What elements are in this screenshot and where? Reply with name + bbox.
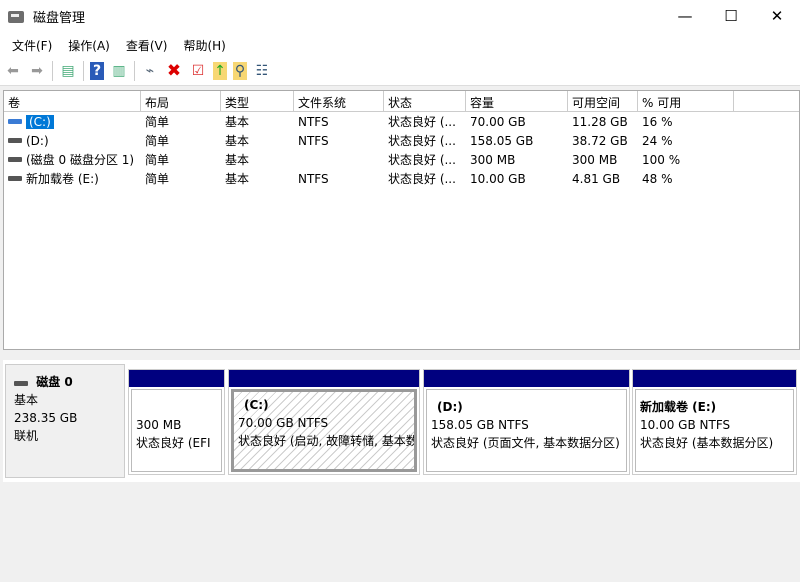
explore-icon[interactable]: ⚲ [233,62,247,80]
volume-list: 卷 布局 类型 文件系统 状态 容量 可用空间 % 可用 (C:) 简单 基本 … [3,90,800,350]
menu-file[interactable]: 文件(F) [4,37,60,54]
toolbar-separator [134,61,135,81]
toolbar-separator [83,61,84,81]
pane-splitter[interactable] [0,352,800,360]
volume-name: 新加载卷 (E:) [26,172,99,186]
partition-size: 10.00 GB NTFS [640,418,731,432]
table-row[interactable]: (C:) 简单 基本 NTFS 状态良好 (... 70.00 GB 11.28… [4,112,799,131]
delete-icon[interactable]: ✖ [165,61,183,81]
pct-cell: 100 % [642,152,681,167]
partition-status: 状态良好 (页面文件, 基本数据分区) [431,436,620,450]
column-volume[interactable]: 卷 [4,91,141,111]
title-bar: 磁盘管理 — ☐ ✕ [0,0,800,33]
menu-bar: 文件(F) 操作(A) 查看(V) 帮助(H) [0,33,800,57]
volume-list-header: 卷 布局 类型 文件系统 状态 容量 可用空间 % 可用 [4,91,799,112]
volume-name: (磁盘 0 磁盘分区 1) [26,153,135,167]
status-cell: 状态良好 (... [388,153,456,167]
disk-graphical-view: 磁盘 0 基本 238.35 GB 联机 300 MB 状态良好 (EFI (C… [3,360,800,482]
layout-cell: 简单 [145,134,170,148]
column-percent-free[interactable]: % 可用 [638,91,734,111]
connect-drive-icon[interactable]: ⌁ [141,62,159,80]
show-action-pane-icon[interactable]: ▥ [110,62,128,80]
window-title: 磁盘管理 [33,11,86,26]
fs-cell: NTFS [298,171,329,186]
table-row[interactable]: (磁盘 0 磁盘分区 1) 简单 基本 状态良好 (... 300 MB 300… [4,150,799,169]
menu-help[interactable]: 帮助(H) [175,37,233,54]
partition-size: 158.05 GB NTFS [431,418,529,432]
toolbar-separator [52,61,53,81]
status-cell: 状态良好 (... [388,134,456,148]
free-cell: 4.81 GB [572,171,621,186]
disk-type: 基本 [14,393,39,407]
column-type[interactable]: 类型 [221,91,294,111]
menu-view[interactable]: 查看(V) [118,37,176,54]
free-cell: 38.72 GB [572,133,628,148]
partition-label: (D:) [437,400,463,414]
disk-management-icon [8,10,24,23]
partition-label: (C:) [244,398,269,412]
partition-status: 状态良好 (基本数据分区) [640,436,774,450]
capacity-cell: 158.05 GB [470,133,534,148]
disk-icon [14,381,28,386]
capacity-cell: 300 MB [470,152,516,167]
drive-icon [8,176,22,181]
table-row[interactable]: 新加载卷 (E:) 简单 基本 NTFS 状态良好 (... 10.00 GB … [4,169,799,188]
drive-icon [8,119,22,124]
partition-d[interactable]: (D:) 158.05 GB NTFS 状态良好 (页面文件, 基本数据分区) [423,369,630,475]
minimize-button[interactable]: — [662,0,708,32]
partition-e[interactable]: 新加载卷 (E:) 10.00 GB NTFS 状态良好 (基本数据分区) [632,369,797,475]
pct-cell: 16 % [642,114,673,129]
capacity-cell: 70.00 GB [470,114,526,129]
fs-cell: NTFS [298,114,329,129]
maximize-button[interactable]: ☐ [708,0,754,32]
partition-size: 300 MB [136,418,182,432]
partition-c[interactable]: (C:) 70.00 GB NTFS 状态良好 (启动, 故障转储, 基本数据分… [228,369,420,475]
partition-efi[interactable]: 300 MB 状态良好 (EFI [128,369,225,475]
open-folder-icon[interactable]: ↑ [213,62,227,80]
disk-state: 联机 [14,429,39,443]
volume-name: (D:) [26,133,49,148]
settings-list-icon[interactable]: ☷ [253,62,271,80]
properties-icon[interactable]: ☑ [189,62,207,80]
pct-cell: 24 % [642,133,673,148]
partition-status: 状态良好 (EFI [136,436,211,450]
volume-name: (C:) [26,114,54,129]
status-cell: 状态良好 (... [388,115,456,129]
partition-size: 70.00 GB NTFS [238,416,329,430]
drive-icon [8,157,22,162]
toolbar: ⬅ ➡ ▤ ? ▥ ⌁ ✖ ☑ ↑ ⚲ ☷ [0,57,800,86]
layout-cell: 简单 [145,153,170,167]
column-free-space[interactable]: 可用空间 [568,91,638,111]
layout-cell: 简单 [145,115,170,129]
help-icon[interactable]: ? [90,62,104,80]
column-status[interactable]: 状态 [384,91,466,111]
status-cell: 状态良好 (... [388,172,456,186]
partition-label: 新加载卷 (E:) [640,400,717,414]
column-capacity[interactable]: 容量 [466,91,568,111]
free-cell: 11.28 GB [572,114,628,129]
disk-0-label[interactable]: 磁盘 0 基本 238.35 GB 联机 [5,364,125,478]
fs-cell: NTFS [298,133,329,148]
type-cell: 基本 [225,115,250,129]
forward-icon[interactable]: ➡ [28,62,46,80]
table-row[interactable]: (D:) 简单 基本 NTFS 状态良好 (... 158.05 GB 38.7… [4,131,799,150]
close-button[interactable]: ✕ [754,0,800,32]
type-cell: 基本 [225,134,250,148]
type-cell: 基本 [225,172,250,186]
layout-cell: 简单 [145,172,170,186]
disk-size: 238.35 GB [14,411,78,425]
back-icon[interactable]: ⬅ [4,62,22,80]
menu-action[interactable]: 操作(A) [60,37,118,54]
column-layout[interactable]: 布局 [141,91,221,111]
capacity-cell: 10.00 GB [470,171,526,186]
pct-cell: 48 % [642,171,673,186]
type-cell: 基本 [225,153,250,167]
drive-icon [8,138,22,143]
partition-status: 状态良好 (启动, 故障转储, 基本数据分区) [238,434,417,448]
show-hide-console-tree-icon[interactable]: ▤ [59,62,77,80]
free-cell: 300 MB [572,152,618,167]
column-filesystem[interactable]: 文件系统 [294,91,384,111]
